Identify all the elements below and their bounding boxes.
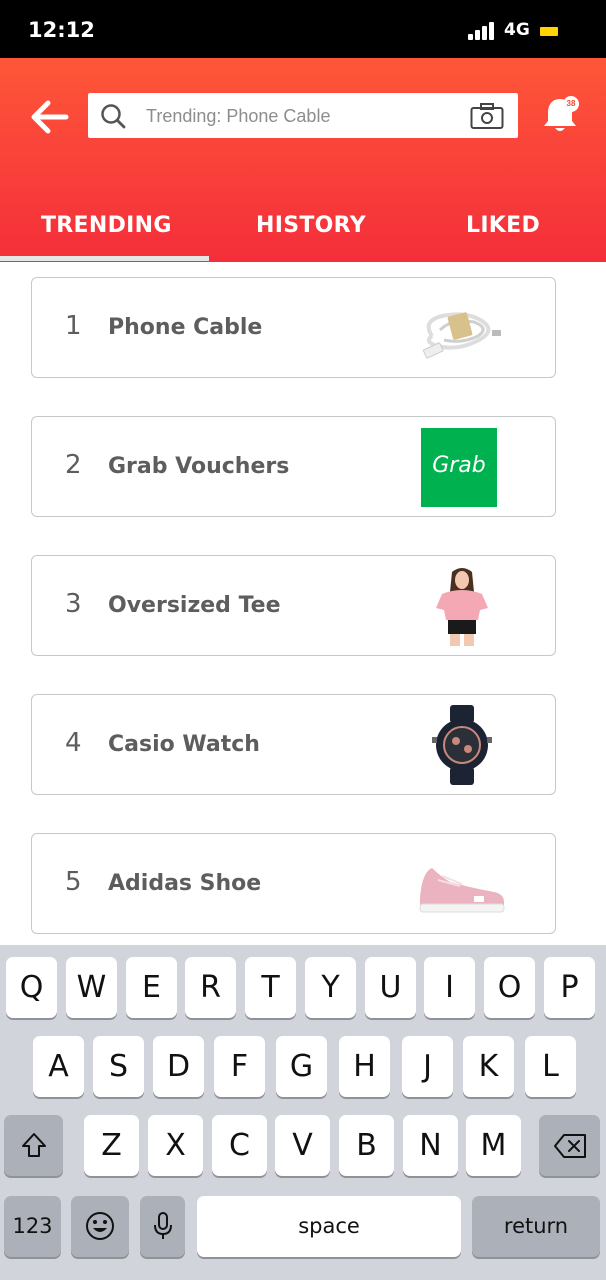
phone-cable-image — [422, 312, 501, 359]
search-icon — [101, 104, 126, 129]
key-y[interactable]: Y — [305, 957, 356, 1018]
key-f[interactable]: F — [214, 1036, 265, 1097]
key-t[interactable]: T — [245, 957, 296, 1018]
item-label: Oversized Tee — [108, 593, 281, 618]
key-z[interactable]: Z — [84, 1115, 139, 1176]
item-label: Casio Watch — [108, 732, 260, 757]
shift-icon — [21, 1133, 46, 1157]
key-j[interactable]: J — [402, 1036, 453, 1097]
camera-icon[interactable] — [470, 102, 504, 130]
signal-icon — [468, 22, 496, 40]
grab-logo-text: Grab — [432, 453, 486, 478]
key-v[interactable]: V — [275, 1115, 330, 1176]
key-q[interactable]: Q — [6, 957, 57, 1018]
key-h[interactable]: H — [339, 1036, 390, 1097]
key-k[interactable]: K — [463, 1036, 514, 1097]
status-bar: 12:12 4G — [0, 0, 606, 58]
key-p[interactable]: P — [544, 957, 595, 1018]
key-w[interactable]: W — [66, 957, 117, 1018]
rank-number: 1 — [65, 311, 82, 341]
key-r[interactable]: R — [185, 957, 236, 1018]
active-tab-indicator — [0, 256, 209, 261]
network-type: 4G — [504, 20, 530, 40]
rank-number: 3 — [65, 589, 82, 619]
key-e[interactable]: E — [126, 957, 177, 1018]
grab-logo: Grab — [421, 428, 497, 507]
numbers-key[interactable]: 123 — [4, 1196, 61, 1257]
key-i[interactable]: I — [424, 957, 475, 1018]
key-a[interactable]: A — [33, 1036, 84, 1097]
search-input[interactable]: Trending: Phone Cable — [146, 106, 330, 127]
tab-liked[interactable]: LIKED — [466, 213, 540, 238]
backspace-key[interactable] — [539, 1115, 600, 1176]
emoji-key[interactable] — [71, 1196, 129, 1257]
return-key[interactable]: return — [472, 1196, 600, 1257]
adidas-shoe-image — [419, 868, 505, 913]
trending-list: 1 Phone Cable 2 Grab Vouchers Grab 3 Ove… — [0, 262, 606, 945]
key-s[interactable]: S — [93, 1036, 144, 1097]
item-label: Grab Vouchers — [108, 454, 290, 479]
casio-watch-image — [432, 705, 492, 785]
key-g[interactable]: G — [276, 1036, 327, 1097]
list-item-adidas-shoe[interactable]: 5 Adidas Shoe — [31, 833, 556, 934]
search-bar[interactable]: Trending: Phone Cable — [88, 93, 518, 138]
backspace-icon — [553, 1134, 586, 1158]
key-x[interactable]: X — [148, 1115, 203, 1176]
tab-trending[interactable]: TRENDING — [41, 213, 172, 238]
key-m[interactable]: M — [466, 1115, 521, 1176]
key-u[interactable]: U — [365, 957, 416, 1018]
item-label: Phone Cable — [108, 315, 263, 340]
key-b[interactable]: B — [339, 1115, 394, 1176]
notification-badge: 38 — [563, 96, 579, 112]
key-n[interactable]: N — [403, 1115, 458, 1176]
app-header: Trending: Phone Cable 38 TRENDING HISTOR… — [0, 58, 606, 262]
list-item-casio-watch[interactable]: 4 Casio Watch — [31, 694, 556, 795]
keyboard: Q W E R T Y U I O P A S D F G H J K L Z … — [0, 945, 606, 1280]
microphone-icon — [153, 1212, 172, 1239]
battery-icon — [540, 27, 558, 36]
back-arrow-icon[interactable] — [28, 98, 70, 136]
dictation-key[interactable] — [140, 1196, 185, 1257]
emoji-icon — [86, 1212, 114, 1240]
tab-history[interactable]: HISTORY — [256, 213, 366, 238]
status-time: 12:12 — [28, 18, 95, 42]
rank-number: 2 — [65, 450, 82, 480]
list-item-grab-vouchers[interactable]: 2 Grab Vouchers Grab — [31, 416, 556, 517]
oversized-tee-image — [436, 568, 488, 646]
key-c[interactable]: C — [212, 1115, 267, 1176]
key-l[interactable]: L — [525, 1036, 576, 1097]
rank-number: 4 — [65, 728, 82, 758]
key-o[interactable]: O — [484, 957, 535, 1018]
shift-key[interactable] — [4, 1115, 63, 1176]
rank-number: 5 — [65, 867, 82, 897]
list-item-phone-cable[interactable]: 1 Phone Cable — [31, 277, 556, 378]
key-d[interactable]: D — [153, 1036, 204, 1097]
item-label: Adidas Shoe — [108, 871, 262, 896]
space-key[interactable]: space — [197, 1196, 461, 1257]
list-item-oversized-tee[interactable]: 3 Oversized Tee — [31, 555, 556, 656]
